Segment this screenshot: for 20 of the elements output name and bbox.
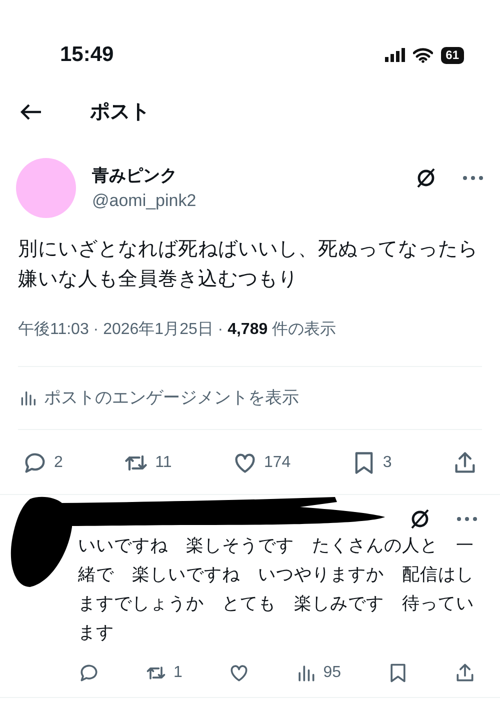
- engagement-link[interactable]: ポストのエンゲージメントを表示: [18, 385, 299, 410]
- more-button[interactable]: [462, 175, 484, 181]
- like-button[interactable]: 174: [232, 450, 291, 476]
- repost-button[interactable]: 1: [145, 660, 182, 684]
- reply-text: いいですね 楽しそうです たくさんの人と 一緒で 楽しいですね いつやりますか 配信はしますでしょうか とても 楽しみです 待っています: [78, 534, 475, 644]
- signal-icon: [384, 48, 405, 62]
- post-text: 別にいざとなれば死ねばいいし、死ぬってなったら嫌いな人も全員巻き込むつもり: [17, 237, 479, 292]
- user-handle[interactable]: @aomi_pink2: [92, 188, 398, 214]
- page-title: ポスト: [90, 100, 150, 125]
- display-name[interactable]: 青みピンク: [92, 162, 398, 188]
- wifi-icon: [412, 48, 433, 62]
- status-time: 15:49: [60, 42, 114, 68]
- more-button[interactable]: [456, 516, 478, 522]
- battery-level: 61: [440, 46, 464, 64]
- back-button[interactable]: [20, 103, 42, 121]
- post-meta: 午後11:03 · 2026年1月25日 · 4,789 件の表示: [17, 320, 338, 340]
- reply-button[interactable]: 2: [22, 450, 63, 476]
- repost-button[interactable]: 11: [123, 450, 172, 476]
- views-button[interactable]: 95: [295, 660, 342, 684]
- bookmark-button[interactable]: 3: [350, 450, 392, 476]
